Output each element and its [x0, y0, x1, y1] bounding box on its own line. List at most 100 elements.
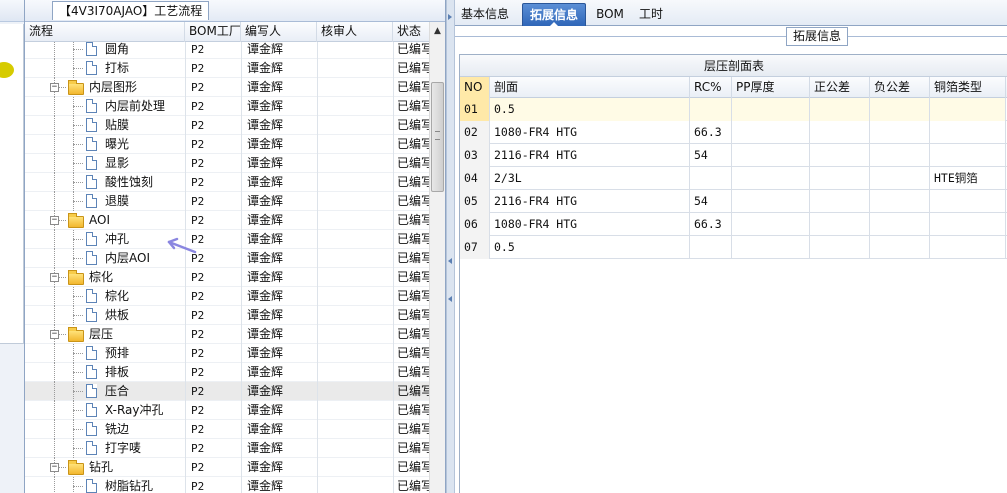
cell-pp-thickness[interactable]: [732, 167, 810, 190]
table-row[interactable]: 07 0.5: [460, 236, 1007, 259]
cell-profile[interactable]: 0.5: [490, 98, 690, 121]
cell-copper-foil-type[interactable]: [930, 98, 1006, 121]
tree-step-row[interactable]: 酸性蚀刻 P2 谭金辉 已编写: [25, 173, 429, 192]
cell-plus-tolerance[interactable]: [810, 121, 870, 144]
cell-no[interactable]: 06: [460, 213, 490, 236]
cell-rc-percent[interactable]: 66.3: [690, 121, 732, 144]
tree-step-row[interactable]: 铣边 P2 谭金辉 已编写: [25, 420, 429, 439]
tab-work-hours[interactable]: 工时: [635, 3, 667, 26]
collapse-right-arrow-icon[interactable]: [448, 14, 452, 20]
column-header-pp-thickness[interactable]: PP厚度: [732, 77, 810, 98]
cell-plus-tolerance[interactable]: [810, 167, 870, 190]
process-tree-scrollbar[interactable]: ▲: [429, 22, 445, 493]
tree-step-row[interactable]: 退膜 P2 谭金辉 已编写: [25, 192, 429, 211]
column-header-no[interactable]: NO: [460, 77, 490, 98]
tree-step-row[interactable]: 棕化 P2 谭金辉 已编写: [25, 287, 429, 306]
scroll-up-arrow-icon[interactable]: ▲: [430, 22, 445, 40]
column-header-bom-factory[interactable]: BOM工厂: [185, 22, 241, 42]
column-header-copper-foil-type[interactable]: 铜箔类型: [930, 77, 1006, 98]
table-row[interactable]: 04 2/3L HTE铜箔: [460, 167, 1007, 190]
column-header-reviewer[interactable]: 核审人: [317, 22, 393, 42]
cell-rc-percent[interactable]: 66.3: [690, 213, 732, 236]
collapse-toggle-icon[interactable]: −: [50, 330, 59, 339]
tree-step-row[interactable]: 冲孔 P2 谭金辉 已编写: [25, 230, 429, 249]
cell-pp-thickness[interactable]: [732, 144, 810, 167]
scrollbar-thumb[interactable]: [431, 82, 444, 192]
cell-pp-thickness[interactable]: [732, 236, 810, 259]
cell-minus-tolerance[interactable]: [870, 98, 930, 121]
cell-no[interactable]: 04: [460, 167, 490, 190]
cell-copper-foil-type[interactable]: [930, 190, 1006, 213]
cell-pp-thickness[interactable]: [732, 98, 810, 121]
tab-basic-info[interactable]: 基本信息: [457, 3, 513, 26]
cell-profile[interactable]: 0.5: [490, 236, 690, 259]
tree-step-row[interactable]: 压合 P2 谭金辉 已编写: [25, 382, 429, 401]
tab-bom[interactable]: BOM: [593, 3, 627, 26]
column-header-profile[interactable]: 剖面: [490, 77, 690, 98]
column-header-flow[interactable]: 流程: [25, 22, 185, 42]
cell-no[interactable]: 01: [460, 98, 490, 121]
cell-pp-thickness[interactable]: [732, 190, 810, 213]
cell-copper-foil-type[interactable]: [930, 144, 1006, 167]
cell-no[interactable]: 02: [460, 121, 490, 144]
tree-step-row[interactable]: 内层前处理 P2 谭金辉 已编写: [25, 97, 429, 116]
cell-profile[interactable]: 1080-FR4 HTG: [490, 121, 690, 144]
cell-pp-thickness[interactable]: [732, 121, 810, 144]
tree-step-row[interactable]: 内层AOI P2 谭金辉 已编写: [25, 249, 429, 268]
cell-copper-foil-type[interactable]: [930, 213, 1006, 236]
collapse-toggle-icon[interactable]: −: [50, 216, 59, 225]
cell-plus-tolerance[interactable]: [810, 144, 870, 167]
cell-profile[interactable]: 2/3L: [490, 167, 690, 190]
column-header-rc-percent[interactable]: RC%: [690, 77, 732, 98]
tree-step-row[interactable]: X-Ray冲孔 P2 谭金辉 已编写: [25, 401, 429, 420]
table-row[interactable]: 03 2116-FR4 HTG 54: [460, 144, 1007, 167]
cell-no[interactable]: 05: [460, 190, 490, 213]
cell-profile[interactable]: 2116-FR4 HTG: [490, 190, 690, 213]
table-row[interactable]: 06 1080-FR4 HTG 66.3: [460, 213, 1007, 236]
cell-minus-tolerance[interactable]: [870, 167, 930, 190]
cell-plus-tolerance[interactable]: [810, 98, 870, 121]
panel-splitter[interactable]: [446, 0, 455, 493]
collapse-toggle-icon[interactable]: −: [50, 463, 59, 472]
cell-plus-tolerance[interactable]: [810, 213, 870, 236]
cell-no[interactable]: 03: [460, 144, 490, 167]
tree-group-row[interactable]: − 棕化 P2 谭金辉 已编写: [25, 268, 429, 287]
table-row[interactable]: 01 0.5: [460, 98, 1007, 121]
cell-minus-tolerance[interactable]: [870, 190, 930, 213]
collapse-toggle-icon[interactable]: −: [50, 83, 59, 92]
tree-step-row[interactable]: 预排 P2 谭金辉 已编写: [25, 344, 429, 363]
cell-minus-tolerance[interactable]: [870, 121, 930, 144]
tree-step-row[interactable]: 打标 P2 谭金辉 已编写: [25, 59, 429, 78]
cell-rc-percent[interactable]: 54: [690, 190, 732, 213]
cell-rc-percent[interactable]: [690, 236, 732, 259]
cell-rc-percent[interactable]: [690, 98, 732, 121]
collapse-toggle-icon[interactable]: −: [50, 273, 59, 282]
tree-step-row[interactable]: 曝光 P2 谭金辉 已编写: [25, 135, 429, 154]
table-row[interactable]: 02 1080-FR4 HTG 66.3: [460, 121, 1007, 144]
tree-step-row[interactable]: 打字唛 P2 谭金辉 已编写: [25, 439, 429, 458]
tree-step-row[interactable]: 排板 P2 谭金辉 已编写: [25, 363, 429, 382]
tab-extended-info[interactable]: 拓展信息: [522, 3, 586, 26]
cell-copper-foil-type[interactable]: [930, 121, 1006, 144]
column-header-plus-tolerance[interactable]: 正公差: [810, 77, 870, 98]
tree-step-row[interactable]: 显影 P2 谭金辉 已编写: [25, 154, 429, 173]
tree-group-row[interactable]: − AOI P2 谭金辉 已编写: [25, 211, 429, 230]
cell-profile[interactable]: 2116-FR4 HTG: [490, 144, 690, 167]
tree-step-row[interactable]: 烘板 P2 谭金辉 已编写: [25, 306, 429, 325]
cell-rc-percent[interactable]: [690, 167, 732, 190]
tree-group-row[interactable]: − 层压 P2 谭金辉 已编写: [25, 325, 429, 344]
cell-profile[interactable]: 1080-FR4 HTG: [490, 213, 690, 236]
tree-step-row[interactable]: 树脂钻孔 P2 谭金辉 已编写: [25, 477, 429, 493]
collapse-left-arrow-icon[interactable]: [448, 296, 452, 302]
column-header-writer[interactable]: 编写人: [241, 22, 317, 42]
table-row[interactable]: 05 2116-FR4 HTG 54: [460, 190, 1007, 213]
cell-copper-foil-type[interactable]: HTE铜箔: [930, 167, 1006, 190]
cell-copper-foil-type[interactable]: [930, 236, 1006, 259]
cell-minus-tolerance[interactable]: [870, 236, 930, 259]
column-header-status[interactable]: 状态: [393, 22, 429, 42]
cell-pp-thickness[interactable]: [732, 213, 810, 236]
tree-step-row[interactable]: 贴膜 P2 谭金辉 已编写: [25, 116, 429, 135]
cell-plus-tolerance[interactable]: [810, 236, 870, 259]
cell-minus-tolerance[interactable]: [870, 144, 930, 167]
collapse-left-arrow-icon[interactable]: [448, 258, 452, 264]
